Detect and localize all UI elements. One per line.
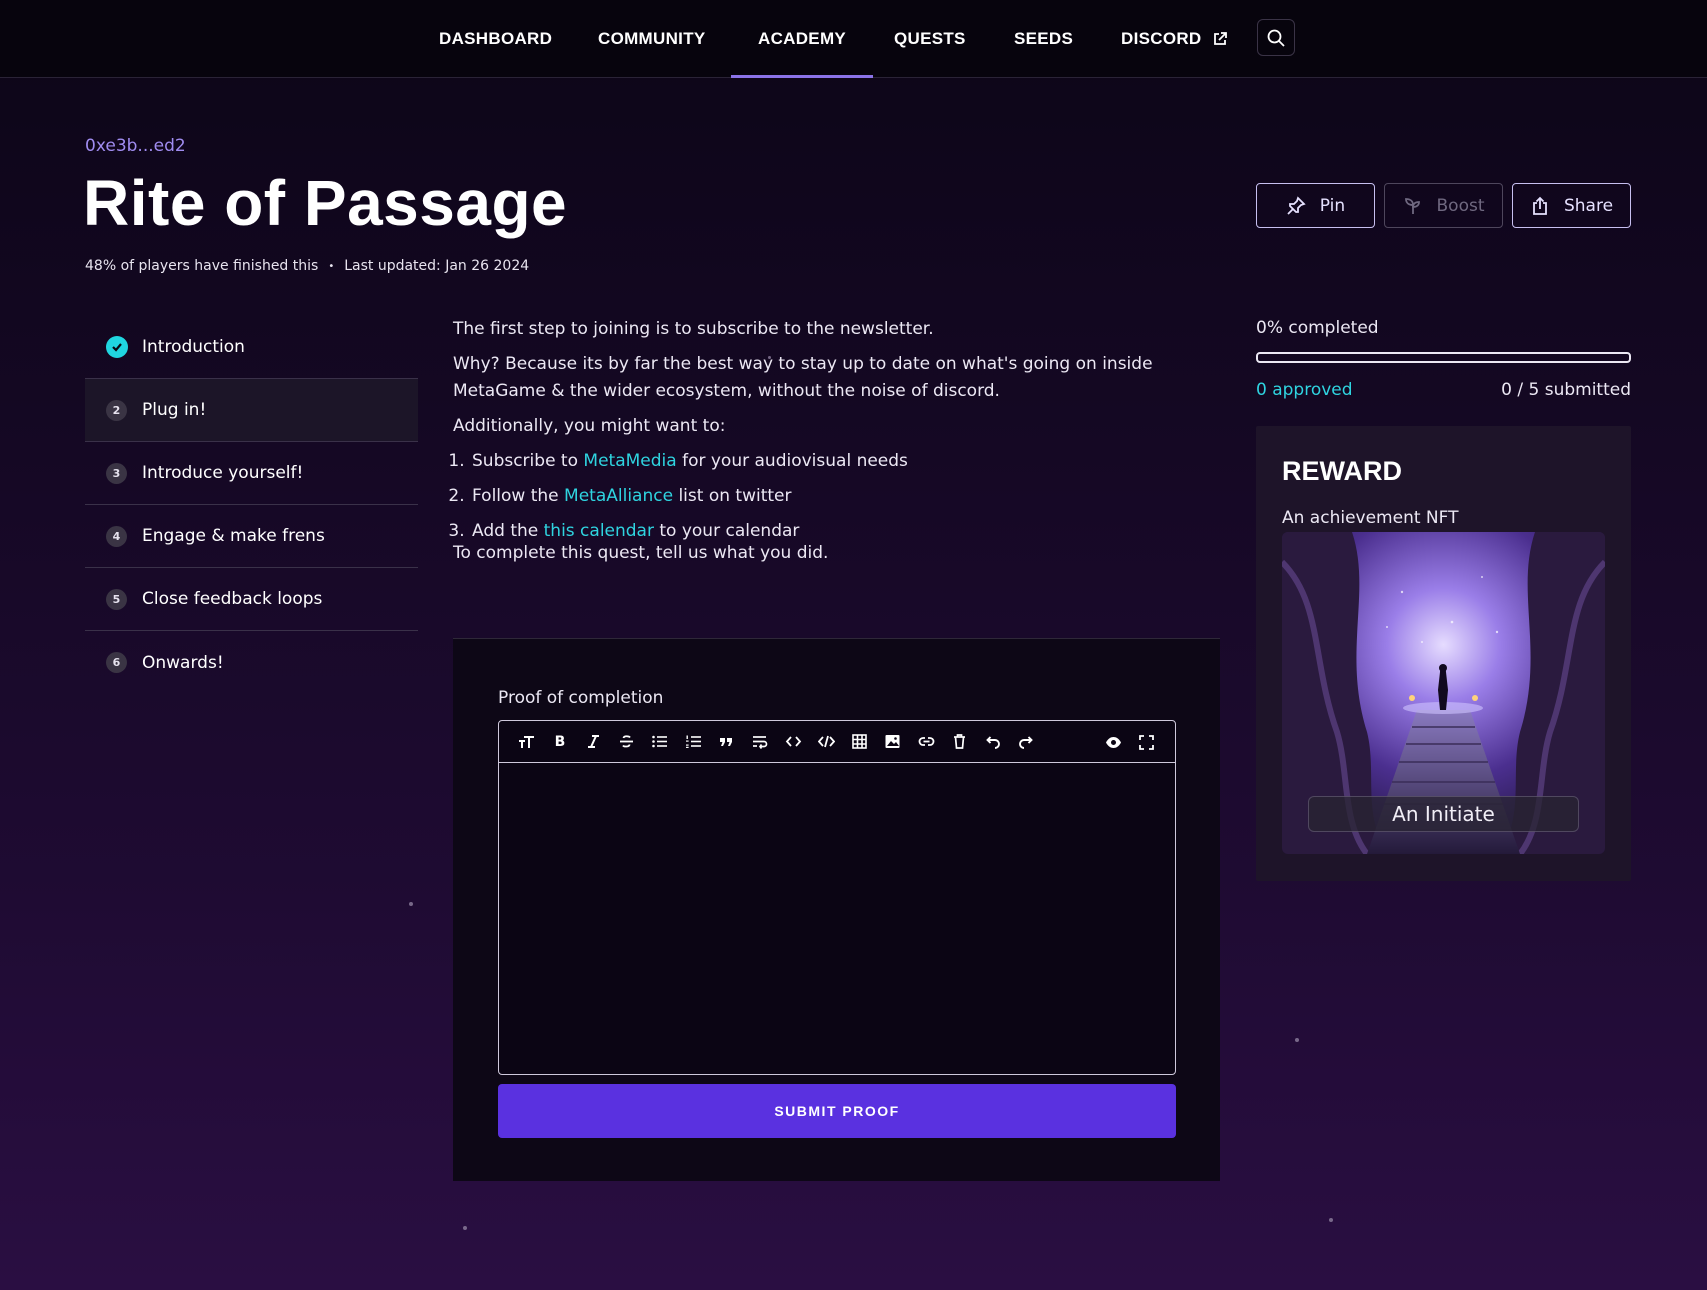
step-onwards[interactable]: 6 Onwards! <box>85 631 418 694</box>
step-content: The first step to joining is to subscrib… <box>453 316 1223 575</box>
list-item: Follow the MetaAlliance list on twitter <box>470 483 1223 510</box>
quote-icon[interactable] <box>710 727 743 757</box>
page-title: Rite of Passage <box>83 167 568 239</box>
redo-icon[interactable] <box>1009 727 1042 757</box>
list-text: to your calendar <box>653 521 800 541</box>
background-star <box>463 1226 467 1230</box>
separator-dot: • <box>328 260 335 272</box>
background-star <box>1329 1218 1333 1222</box>
heading-icon[interactable] <box>510 727 543 757</box>
background-star <box>1295 1038 1299 1042</box>
nav-discord[interactable]: DISCORD <box>1121 0 1228 78</box>
quest-steps-list: Introduction 2 Plug in! 3 Introduce your… <box>85 316 418 694</box>
reward-card: REWARD An achievement NFT An Initiate <box>1256 426 1631 881</box>
link-icon[interactable] <box>910 727 943 757</box>
share-button[interactable]: Share <box>1512 183 1631 228</box>
step-plug-in[interactable]: 2 Plug in! <box>85 379 418 442</box>
top-navigation: DASHBOARD COMMUNITY ACADEMY QUESTS SEEDS… <box>0 0 1707 78</box>
quest-author-address[interactable]: 0xe3b...ed2 <box>85 136 186 156</box>
strikethrough-icon[interactable] <box>610 727 643 757</box>
external-link-icon <box>1213 32 1227 45</box>
step-label: Introduction <box>142 337 245 357</box>
step-number: 5 <box>106 588 127 610</box>
preview-eye-icon[interactable] <box>1096 727 1129 757</box>
share-icon <box>1533 196 1547 215</box>
fullscreen-icon[interactable] <box>1130 727 1163 757</box>
pin-label: Pin <box>1319 195 1346 216</box>
metamedia-link[interactable]: MetaMedia <box>583 451 676 471</box>
step-feedback-loops[interactable]: 5 Close feedback loops <box>85 568 418 631</box>
finished-stat: 48% of players have finished this <box>85 258 319 274</box>
nav-academy[interactable]: ACADEMY <box>730 0 874 78</box>
list-text: Follow the <box>472 486 565 506</box>
step-engage[interactable]: 4 Engage & make frens <box>85 505 418 568</box>
numbered-list-icon[interactable] <box>676 727 709 757</box>
nft-image: An Initiate <box>1282 532 1605 854</box>
step-introduce-yourself[interactable]: 3 Introduce yourself! <box>85 442 418 505</box>
content-paragraph: Additionally, you might want to: <box>453 416 726 436</box>
nav-community[interactable]: COMMUNITY <box>598 0 706 78</box>
nav-quests[interactable]: QUESTS <box>894 0 966 78</box>
trash-icon[interactable] <box>943 727 976 757</box>
calendar-link[interactable]: this calendar <box>544 521 654 541</box>
list-text: Subscribe to <box>472 451 584 471</box>
reward-title: REWARD <box>1282 456 1402 486</box>
list-text: Add the <box>472 521 544 541</box>
nav-discord-label: DISCORD <box>1121 29 1202 48</box>
quest-meta: 48% of players have finished this • Last… <box>85 258 529 274</box>
completion-percentage: 0% completed <box>1256 318 1379 338</box>
step-label: Engage & make frens <box>142 526 325 546</box>
list-text: for your audiovisual needs <box>676 451 908 471</box>
code-block-icon[interactable] <box>810 727 843 757</box>
editor-toolbar: B <box>499 721 1175 763</box>
step-number: 6 <box>106 652 127 673</box>
last-updated: Last updated: Jan 26 2024 <box>344 258 530 274</box>
step-label: Introduce yourself! <box>142 463 304 483</box>
step-number: 3 <box>106 462 127 484</box>
content-paragraph: Why? Because its by far the best way to … <box>453 354 1153 401</box>
content-paragraph: To complete this quest, tell us what you… <box>453 543 829 563</box>
background-star <box>409 902 413 906</box>
boost-button[interactable]: Boost <box>1384 183 1503 228</box>
approved-count[interactable]: 0 approved <box>1256 380 1353 400</box>
image-icon[interactable] <box>876 727 909 757</box>
search-button[interactable] <box>1257 19 1295 56</box>
step-label: Onwards! <box>142 652 224 673</box>
suggestions-list: Subscribe to MetaMedia for your audiovis… <box>453 448 1223 545</box>
completion-progress-bar <box>1256 352 1631 363</box>
share-label: Share <box>1563 195 1614 216</box>
step-label: Close feedback loops <box>142 589 323 609</box>
list-text: list on twitter <box>673 486 792 506</box>
wrap-text-icon[interactable] <box>743 727 776 757</box>
seedling-icon <box>1404 197 1420 214</box>
nft-label: An Initiate <box>1308 796 1579 832</box>
search-icon <box>1267 29 1285 47</box>
reward-description: An achievement NFT <box>1282 508 1459 528</box>
list-item: Subscribe to MetaMedia for your audiovis… <box>470 448 1223 475</box>
pin-icon <box>1287 195 1306 215</box>
boost-label: Boost <box>1436 195 1485 216</box>
submit-proof-button[interactable]: SUBMIT PROOF <box>498 1084 1176 1138</box>
metaalliance-link[interactable]: MetaAlliance <box>564 486 673 506</box>
nav-seeds[interactable]: SEEDS <box>1014 0 1073 78</box>
step-number: 4 <box>106 525 127 547</box>
undo-icon[interactable] <box>976 727 1009 757</box>
proof-label: Proof of completion <box>498 688 664 708</box>
proof-editor: B <box>498 720 1176 1075</box>
table-icon[interactable] <box>843 727 876 757</box>
bullet-list-icon[interactable] <box>643 727 676 757</box>
pin-button[interactable]: Pin <box>1256 183 1375 228</box>
bold-icon[interactable]: B <box>543 727 576 757</box>
nav-dashboard[interactable]: DASHBOARD <box>439 0 552 78</box>
step-number: 2 <box>106 399 127 421</box>
check-circle-icon <box>106 336 128 358</box>
step-label: Plug in! <box>142 400 207 420</box>
submitted-count: 0 / 5 submitted <box>1501 380 1631 400</box>
proof-text-area[interactable] <box>499 763 1175 1074</box>
content-paragraph: The first step to joining is to subscrib… <box>453 319 934 339</box>
italic-icon[interactable] <box>577 727 610 757</box>
code-icon[interactable] <box>776 727 809 757</box>
step-introduction[interactable]: Introduction <box>85 316 418 379</box>
